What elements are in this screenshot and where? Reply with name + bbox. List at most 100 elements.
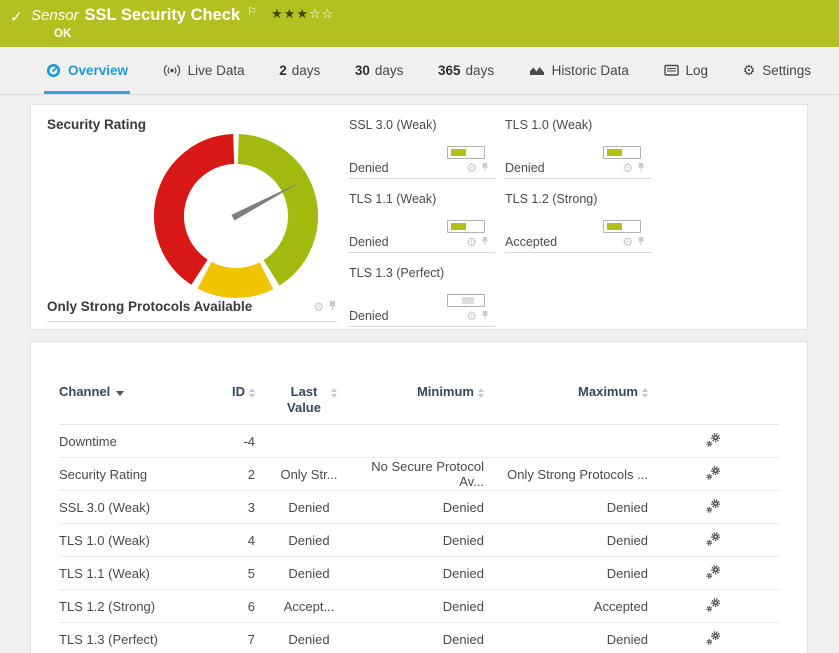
channel-name: TLS 1.1 (Weak) bbox=[59, 565, 150, 581]
channel-settings-gears-icon[interactable] bbox=[706, 465, 721, 483]
channel-last-value: Only Str... bbox=[280, 466, 338, 482]
tab-label: Log bbox=[685, 62, 709, 78]
channel-settings-gears-icon[interactable] bbox=[706, 630, 721, 648]
channel-settings-gears-icon[interactable] bbox=[706, 432, 721, 450]
tab-label: Settings bbox=[762, 62, 811, 78]
channel-minimum: Denied bbox=[442, 565, 484, 581]
priority-stars[interactable]: ★★★☆☆ bbox=[271, 6, 334, 22]
tile-label: TLS 1.3 (Perfect) bbox=[349, 266, 445, 280]
tab-2-days[interactable]: 2 days bbox=[277, 47, 322, 94]
channel-settings-gears-icon[interactable] bbox=[706, 498, 721, 516]
gear-icon[interactable]: ⚙ bbox=[466, 235, 477, 249]
gear-icon[interactable]: ⚙ bbox=[622, 161, 633, 175]
check-icon: ✓ bbox=[10, 9, 23, 26]
tile-indicator bbox=[447, 220, 485, 233]
channel-settings-gears-icon[interactable] bbox=[706, 531, 721, 549]
tab-historic-data[interactable]: Historic Data bbox=[527, 47, 631, 94]
pin-icon[interactable] bbox=[481, 161, 489, 175]
pin-icon[interactable] bbox=[328, 300, 337, 314]
star-filled-icons: ★★★ bbox=[271, 6, 309, 21]
tile-indicator bbox=[447, 146, 485, 159]
status-badge: OK bbox=[54, 28, 72, 40]
channel-id: -4 bbox=[243, 433, 255, 449]
gear-icon[interactable]: ⚙ bbox=[622, 235, 633, 249]
channel-settings-gears-icon[interactable] bbox=[706, 597, 721, 615]
tile-value: Denied bbox=[349, 235, 389, 249]
tab-overview[interactable]: Overview bbox=[44, 47, 131, 94]
gauge-title: Security Rating bbox=[47, 117, 147, 132]
channel-id: 2 bbox=[247, 466, 255, 482]
channel-id: 4 bbox=[247, 532, 255, 548]
channel-maximum: Denied bbox=[606, 565, 648, 581]
channel-last-value: Denied bbox=[288, 565, 330, 581]
sort-arrows-icon bbox=[642, 387, 648, 398]
tile-value: Denied bbox=[349, 161, 389, 175]
protocol-tiles: SSL 3.0 (Weak) Denied ⚙ TLS 1.0 (Weak) D… bbox=[349, 105, 651, 327]
tab-number: 365 bbox=[438, 62, 461, 78]
tile-ssl-3-0: SSL 3.0 (Weak) Denied ⚙ bbox=[349, 105, 495, 179]
tab-label: Overview bbox=[68, 62, 129, 78]
title-block: Sensor SSL Security Check ⚐ ★★★☆☆ OK bbox=[31, 6, 334, 47]
channel-id: 3 bbox=[247, 499, 255, 515]
flag-icon[interactable]: ⚐ bbox=[247, 5, 257, 18]
tab-label: Live Data bbox=[187, 62, 245, 78]
pin-icon[interactable] bbox=[481, 235, 489, 249]
channel-minimum: Denied bbox=[442, 532, 484, 548]
tab-number: 2 bbox=[279, 62, 287, 78]
object-kind-label: Sensor bbox=[31, 7, 79, 24]
tab-label: Historic Data bbox=[551, 62, 629, 78]
channel-id: 5 bbox=[247, 565, 255, 581]
pin-icon[interactable] bbox=[637, 161, 645, 175]
tab-log[interactable]: Log bbox=[662, 47, 711, 94]
star-empty-icons: ☆☆ bbox=[308, 6, 335, 21]
column-header-id[interactable]: ID bbox=[221, 384, 255, 400]
pin-icon[interactable] bbox=[637, 235, 645, 249]
tile-label: TLS 1.0 (Weak) bbox=[505, 118, 593, 132]
tile-label: TLS 1.1 (Weak) bbox=[349, 192, 437, 206]
log-icon bbox=[663, 64, 679, 76]
overview-card: Security Rating Only Strong Protocols Av… bbox=[30, 104, 808, 330]
tile-label: SSL 3.0 (Weak) bbox=[349, 118, 437, 132]
tab-365-days[interactable]: 365 days bbox=[436, 47, 496, 94]
channel-id: 6 bbox=[247, 598, 255, 614]
tile-tls-1-3: TLS 1.3 (Perfect) Denied ⚙ bbox=[349, 253, 495, 327]
column-header-maximum[interactable]: Maximum bbox=[484, 384, 648, 400]
gear-icon[interactable]: ⚙ bbox=[466, 309, 477, 323]
channel-maximum: Accepted bbox=[593, 598, 648, 614]
tab-settings[interactable]: ⚙ Settings bbox=[741, 47, 813, 94]
tab-number: 30 bbox=[354, 62, 370, 78]
tab-label: days bbox=[465, 62, 495, 78]
channel-name: TLS 1.2 (Strong) bbox=[59, 598, 156, 614]
table-row-tls-1-3: TLS 1.3 (Perfect) 7 Denied Denied Denied bbox=[59, 623, 779, 653]
column-header-channel[interactable]: Channel bbox=[59, 384, 221, 400]
tab-30-days[interactable]: 30 days bbox=[353, 47, 406, 94]
tile-value: Denied bbox=[349, 309, 389, 323]
column-header-last-value[interactable]: Last Value bbox=[255, 384, 363, 416]
sort-desc-icon bbox=[116, 391, 125, 396]
channel-settings-gears-icon[interactable] bbox=[706, 564, 721, 582]
channel-last-value: Denied bbox=[288, 532, 330, 548]
gauge-value-label: Only Strong Protocols Available bbox=[47, 299, 253, 314]
channel-minimum: Denied bbox=[442, 598, 484, 614]
tile-value: Accepted bbox=[505, 235, 558, 249]
gear-icon[interactable]: ⚙ bbox=[466, 161, 477, 175]
table-row-security-rating: Security Rating 2 Only Str... No Secure … bbox=[59, 458, 779, 491]
tile-indicator bbox=[603, 220, 641, 233]
table-row-tls-1-2: TLS 1.2 (Strong) 6 Accept... Denied Acce… bbox=[59, 590, 779, 623]
broadcast-icon bbox=[163, 64, 181, 77]
column-header-minimum[interactable]: Minimum bbox=[363, 384, 484, 400]
tab-live-data[interactable]: Live Data bbox=[161, 47, 247, 94]
pin-icon[interactable] bbox=[481, 309, 489, 323]
channel-name: TLS 1.0 (Weak) bbox=[59, 532, 150, 548]
tile-tls-1-2: TLS 1.2 (Strong) Accepted ⚙ bbox=[505, 179, 651, 253]
tab-label: days bbox=[374, 62, 404, 78]
channel-maximum: Denied bbox=[606, 631, 648, 647]
channel-name: Downtime bbox=[59, 433, 117, 449]
table-row-tls-1-0: TLS 1.0 (Weak) 4 Denied Denied Denied bbox=[59, 524, 779, 557]
channel-last-value: Accept... bbox=[283, 598, 335, 614]
tile-indicator bbox=[447, 294, 485, 307]
channels-table-header: Channel ID Last Value Minimum Maximum bbox=[59, 342, 779, 425]
channel-minimum: Denied bbox=[442, 631, 484, 647]
channel-maximum: Denied bbox=[606, 499, 648, 515]
gear-icon[interactable]: ⚙ bbox=[313, 300, 324, 314]
